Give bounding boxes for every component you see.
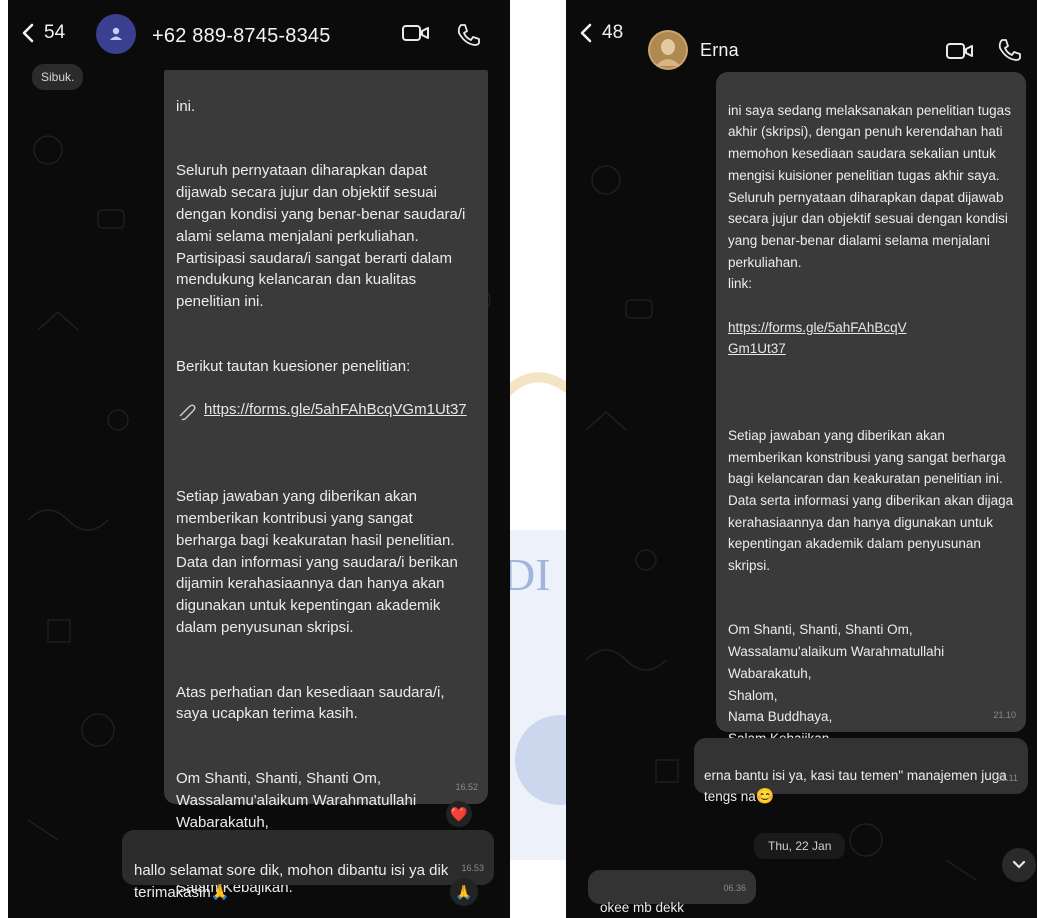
followup-timestamp: 21.11 xyxy=(996,773,1018,783)
video-call-icon[interactable] xyxy=(945,40,975,62)
date-separator: Thu, 22 Jan xyxy=(754,833,846,859)
incoming-timestamp: 06.36 xyxy=(723,883,746,893)
chat-window-left: 54 +62 889-8745-8345 Sibuk. ini. Seluruh… xyxy=(8,0,510,918)
avatar[interactable] xyxy=(648,30,688,70)
phone-icon[interactable] xyxy=(455,22,481,48)
questionnaire-link[interactable]: https://forms.gle/5ahFAhBcqVGm1Ut37 xyxy=(204,399,467,421)
smile-icon: 😊 xyxy=(755,788,775,805)
reply-timestamp: 16.53 xyxy=(461,863,484,874)
message-paragraph-2: Setiap jawaban yang diberikan akan membe… xyxy=(728,427,1014,574)
incoming-text: okee mb dekk xyxy=(600,900,685,915)
reply-reaction[interactable]: 🙏 xyxy=(450,878,478,906)
person-icon xyxy=(110,27,122,40)
reply-reaction-emoji: 🙏 xyxy=(455,883,473,900)
message-paragraph-3: Om Shanti, Shanti, Shanti Om, Wassalamu'… xyxy=(728,622,945,746)
message-paragraph-1: ini saya sedang melaksanakan penelitian … xyxy=(728,102,1011,292)
message-paragraph-1: Seluruh pernyataan diharapkan dapat dija… xyxy=(176,162,466,311)
long-message-bubble[interactable]: ini saya sedang melaksanakan penelitian … xyxy=(716,72,1026,746)
phone-icon[interactable] xyxy=(996,37,1022,63)
back-chevron-icon xyxy=(22,23,34,43)
message-paragraph-4: Atas perhatian dan kesediaan saudara/i, … xyxy=(176,683,445,723)
long-message-bubble[interactable]: ini. Seluruh pernyataan diharapkan dapat… xyxy=(164,62,488,896)
status-chip: Sibuk. xyxy=(32,64,84,90)
chat-header: 54 +62 889-8745-8345 xyxy=(8,0,510,70)
link-icon xyxy=(179,404,196,421)
person-icon xyxy=(650,32,686,68)
message-paragraph-3: Setiap jawaban yang diberikan akan membe… xyxy=(176,488,458,636)
message-timestamp: 16.52 xyxy=(455,782,478,793)
back-button[interactable]: 54 xyxy=(22,22,65,44)
unread-count: 48 xyxy=(602,22,624,43)
reply-message-bubble[interactable]: hallo selamat sore dik, mohon dibantu is… xyxy=(122,830,494,901)
unread-count: 54 xyxy=(44,22,66,43)
message-text-cutoff: ini. xyxy=(176,97,196,115)
scroll-to-bottom-button[interactable] xyxy=(1002,848,1036,882)
back-button[interactable]: 48 xyxy=(580,22,623,44)
video-call-icon[interactable] xyxy=(401,22,431,44)
chat-window-right: 48 Erna ini saya sedang melaksanakan pen… xyxy=(566,0,1037,918)
followup-message-bubble[interactable]: erna bantu isi ya, kasi tau temen" manaj… xyxy=(694,738,1028,805)
incoming-message-bubble[interactable]: okee mb dekk 06.36 xyxy=(588,870,756,915)
chevron-down-icon xyxy=(1012,860,1026,869)
chat-header: 48 Erna xyxy=(566,0,1037,72)
contact-name[interactable]: Erna xyxy=(700,40,739,61)
followup-text: erna bantu isi ya, kasi tau temen" manaj… xyxy=(704,768,1007,804)
message-paragraph-2: Berikut tautan kuesioner penelitian: xyxy=(176,357,411,375)
reaction-emoji: ❤️ xyxy=(450,805,468,822)
avatar[interactable] xyxy=(96,14,136,54)
contact-name[interactable]: +62 889-8745-8345 xyxy=(152,25,331,48)
heart-icon[interactable]: ❤️ xyxy=(446,801,472,827)
questionnaire-link[interactable]: https://forms.gle/5ahFAhBcqVGm1Ut37 xyxy=(728,317,908,360)
message-timestamp: 21.10 xyxy=(993,710,1016,721)
back-chevron-icon xyxy=(580,23,592,43)
link-row: https://forms.gle/5ahFAhBcqVGm1Ut37 xyxy=(176,399,476,421)
pray-icon: 🙏 xyxy=(210,883,230,901)
